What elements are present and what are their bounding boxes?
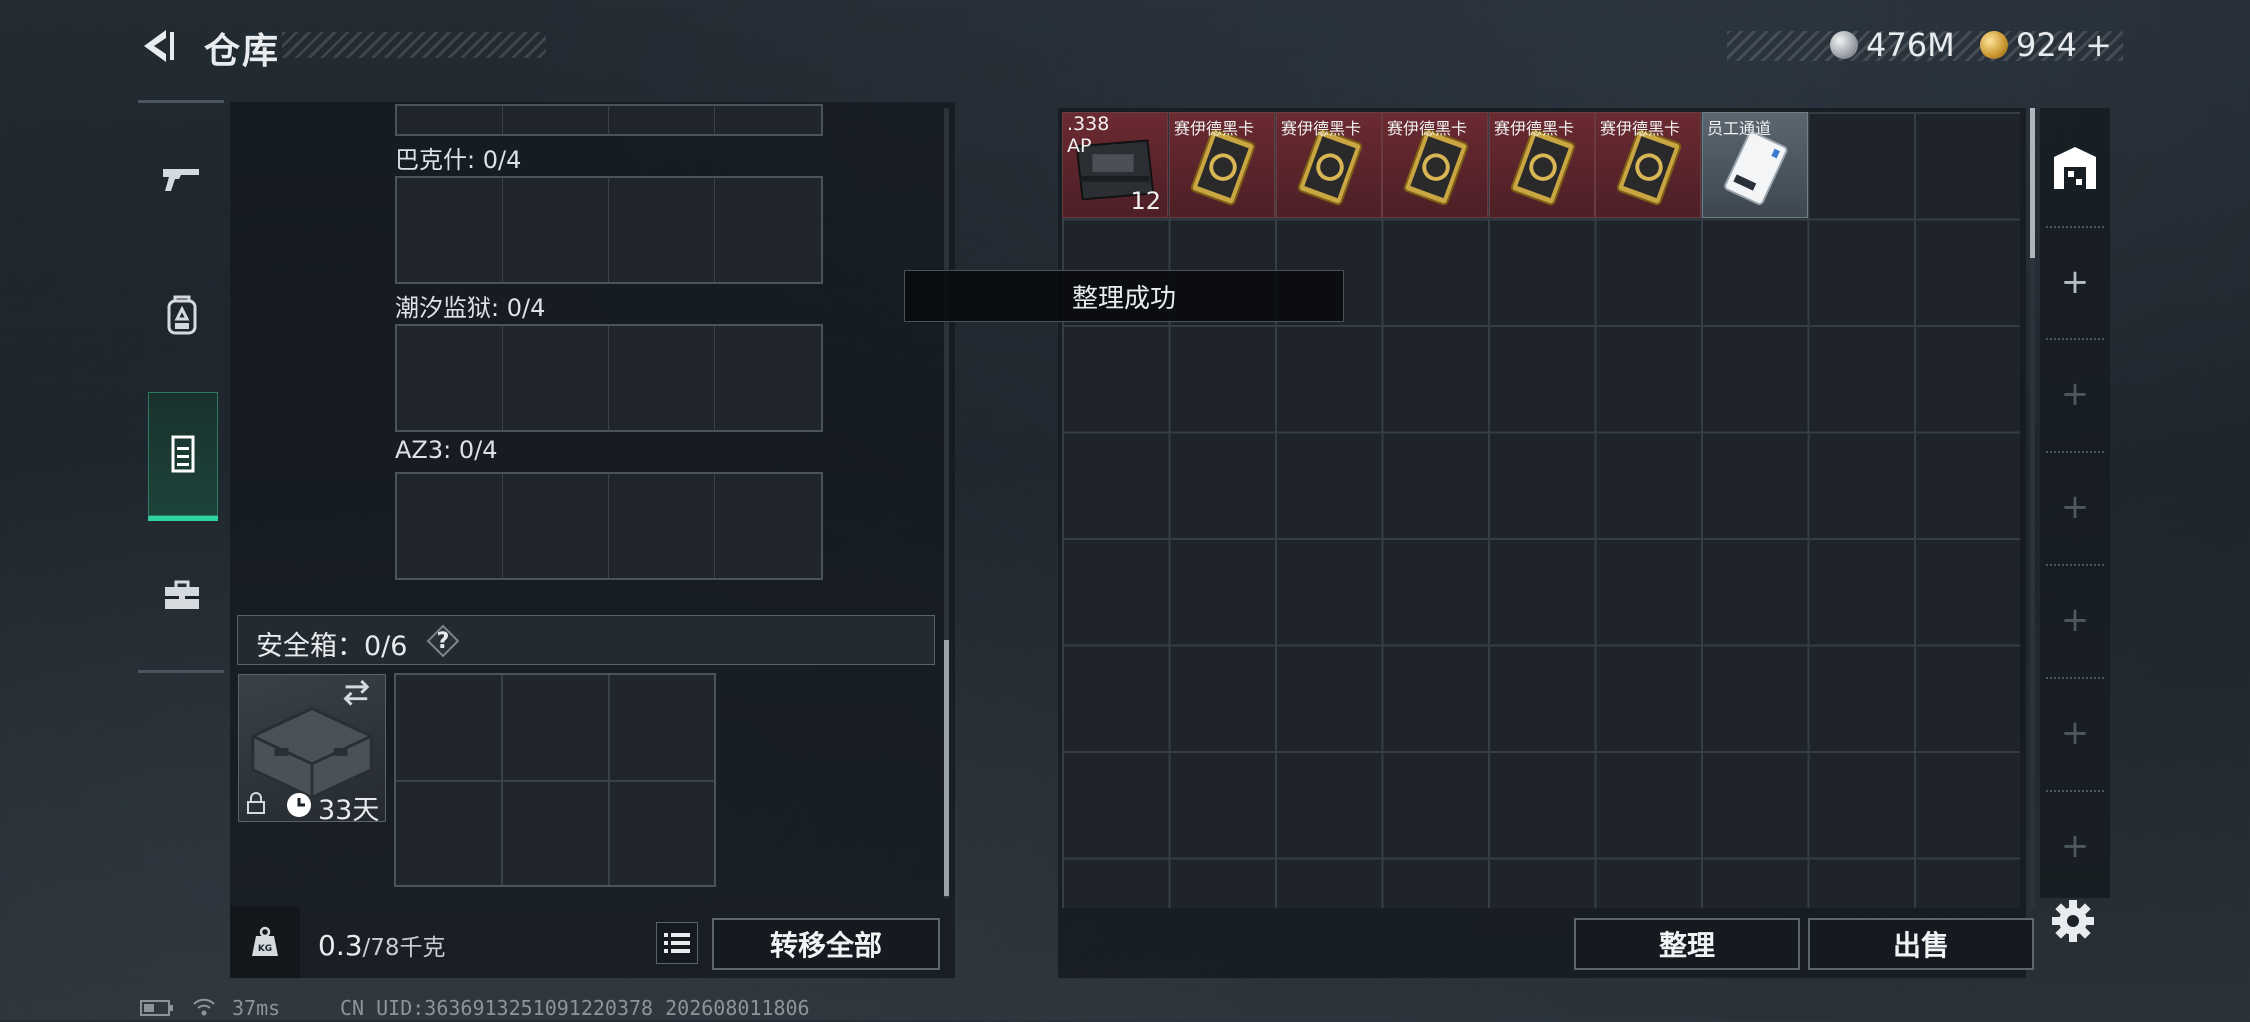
back-arrow-icon — [144, 30, 174, 62]
settings-button[interactable] — [2050, 898, 2096, 944]
item-black-card-name: 赛伊德黑卡 — [1494, 119, 1575, 138]
slot-grid-az3[interactable] — [395, 472, 823, 580]
sell-button[interactable]: 出售 — [1808, 918, 2034, 970]
item-black-card[interactable]: 赛伊德黑卡 — [1169, 112, 1275, 218]
ping-indicator: 37ms — [232, 996, 281, 1020]
list-view-button[interactable] — [656, 922, 698, 964]
item-black-card[interactable]: 赛伊德黑卡 — [1382, 112, 1488, 218]
back-button[interactable] — [136, 24, 180, 68]
sort-success-toast: 整理成功 — [904, 270, 1344, 322]
add-stash-page-button-disabled: + — [2060, 600, 2090, 640]
toolbox-icon — [165, 580, 199, 609]
gear-icon — [2052, 900, 2094, 942]
item-black-card-name: 赛伊德黑卡 — [1281, 119, 1362, 138]
slot-grid-partial[interactable] — [395, 104, 823, 136]
slot-label-tide-prison: 潮汐监狱: 0/4 — [395, 294, 546, 322]
lock-icon — [246, 792, 266, 814]
item-staff-access-card[interactable]: 员工通道 — [1702, 112, 1808, 218]
nav-item-backpack[interactable] — [140, 254, 224, 378]
nav-item-toolbox[interactable] — [140, 534, 224, 658]
warehouse-icon — [2054, 147, 2096, 189]
nav-active-indicator — [148, 516, 218, 521]
page-title: 仓库 — [204, 31, 281, 72]
item-staff-access-name: 员工通道 — [1707, 119, 1772, 138]
item-black-card-name: 赛伊德黑卡 — [1387, 119, 1468, 138]
gold-coin-icon — [1980, 31, 2008, 59]
gold-currency[interactable]: 924 + — [1980, 26, 2112, 64]
carry-weight: 0.3/78千克 — [318, 928, 446, 962]
item-black-card-name: 赛伊德黑卡 — [1600, 119, 1681, 138]
clock-icon — [286, 792, 312, 818]
add-stash-page-button-disabled: + — [2060, 487, 2090, 527]
stash-page-main[interactable] — [2040, 112, 2110, 224]
carry-weight-max: /78千克 — [362, 935, 446, 961]
silver-coin-icon — [1830, 31, 1858, 59]
item-ammo-count: 12 — [1130, 187, 1161, 215]
add-stash-page-button-disabled: + — [2060, 374, 2090, 414]
svg-text:KG: KG — [258, 944, 272, 954]
weight-icon-box: KG — [230, 906, 300, 978]
item-ammo-name: .338 — [1067, 113, 1110, 135]
sort-button[interactable]: 整理 — [1574, 918, 1800, 970]
item-black-card-name: 赛伊德黑卡 — [1174, 119, 1255, 138]
nav-item-chest-rig[interactable] — [148, 392, 218, 516]
help-icon[interactable]: ? — [426, 624, 460, 658]
nav-divider-top — [138, 100, 224, 103]
wifi-icon — [192, 996, 216, 1018]
stash-scrollbar-thumb[interactable] — [2030, 108, 2035, 258]
add-stash-page-button-disabled: + — [2060, 713, 2090, 753]
list-icon — [664, 933, 690, 953]
gold-currency-value: 924 — [2016, 26, 2078, 64]
nav-item-weapon[interactable] — [140, 118, 224, 242]
weight-kg-icon: KG — [252, 926, 278, 956]
safe-box-days-remaining: 33天 — [318, 795, 380, 826]
item-ammo-sub: AP — [1067, 135, 1092, 157]
pistol-icon — [163, 169, 199, 191]
slot-label-az3: AZ3: 0/4 — [395, 436, 498, 464]
slot-label-bakhsh: 巴克什: 0/4 — [395, 146, 522, 174]
silver-currency-value: 476M — [1866, 26, 1955, 64]
silver-currency: 476M — [1830, 26, 1955, 64]
slot-grid-bakhsh[interactable] — [395, 176, 823, 284]
item-black-card[interactable]: 赛伊德黑卡 — [1595, 112, 1701, 218]
add-stash-page-button-disabled: + — [2060, 826, 2090, 866]
item-black-card[interactable]: 赛伊德黑卡 — [1489, 112, 1595, 218]
chest-rig-icon — [171, 435, 195, 473]
add-currency-icon[interactable]: + — [2085, 26, 2112, 64]
item-ammo-338-ap[interactable]: .338 AP 12 — [1062, 112, 1168, 218]
stash-grid[interactable] — [1062, 112, 2020, 908]
safe-box-grid[interactable] — [394, 673, 716, 887]
transfer-all-button[interactable]: 转移全部 — [712, 918, 940, 970]
help-label: ? — [436, 628, 450, 654]
add-stash-page-button[interactable]: + — [2040, 226, 2110, 338]
left-scrollbar-thumb[interactable] — [944, 640, 949, 896]
nav-divider-bottom — [138, 670, 224, 673]
player-uid: CN UID:3636913251091220378 202608011806 — [340, 996, 810, 1020]
slot-grid-tide-prison[interactable] — [395, 324, 823, 432]
carry-weight-current: 0.3 — [318, 929, 363, 962]
safe-box-label: 安全箱：0/6 — [256, 631, 408, 662]
backpack-icon — [167, 295, 197, 335]
item-black-card[interactable]: 赛伊德黑卡 — [1276, 112, 1382, 218]
battery-icon — [140, 1000, 174, 1016]
title-decoration — [282, 32, 546, 58]
